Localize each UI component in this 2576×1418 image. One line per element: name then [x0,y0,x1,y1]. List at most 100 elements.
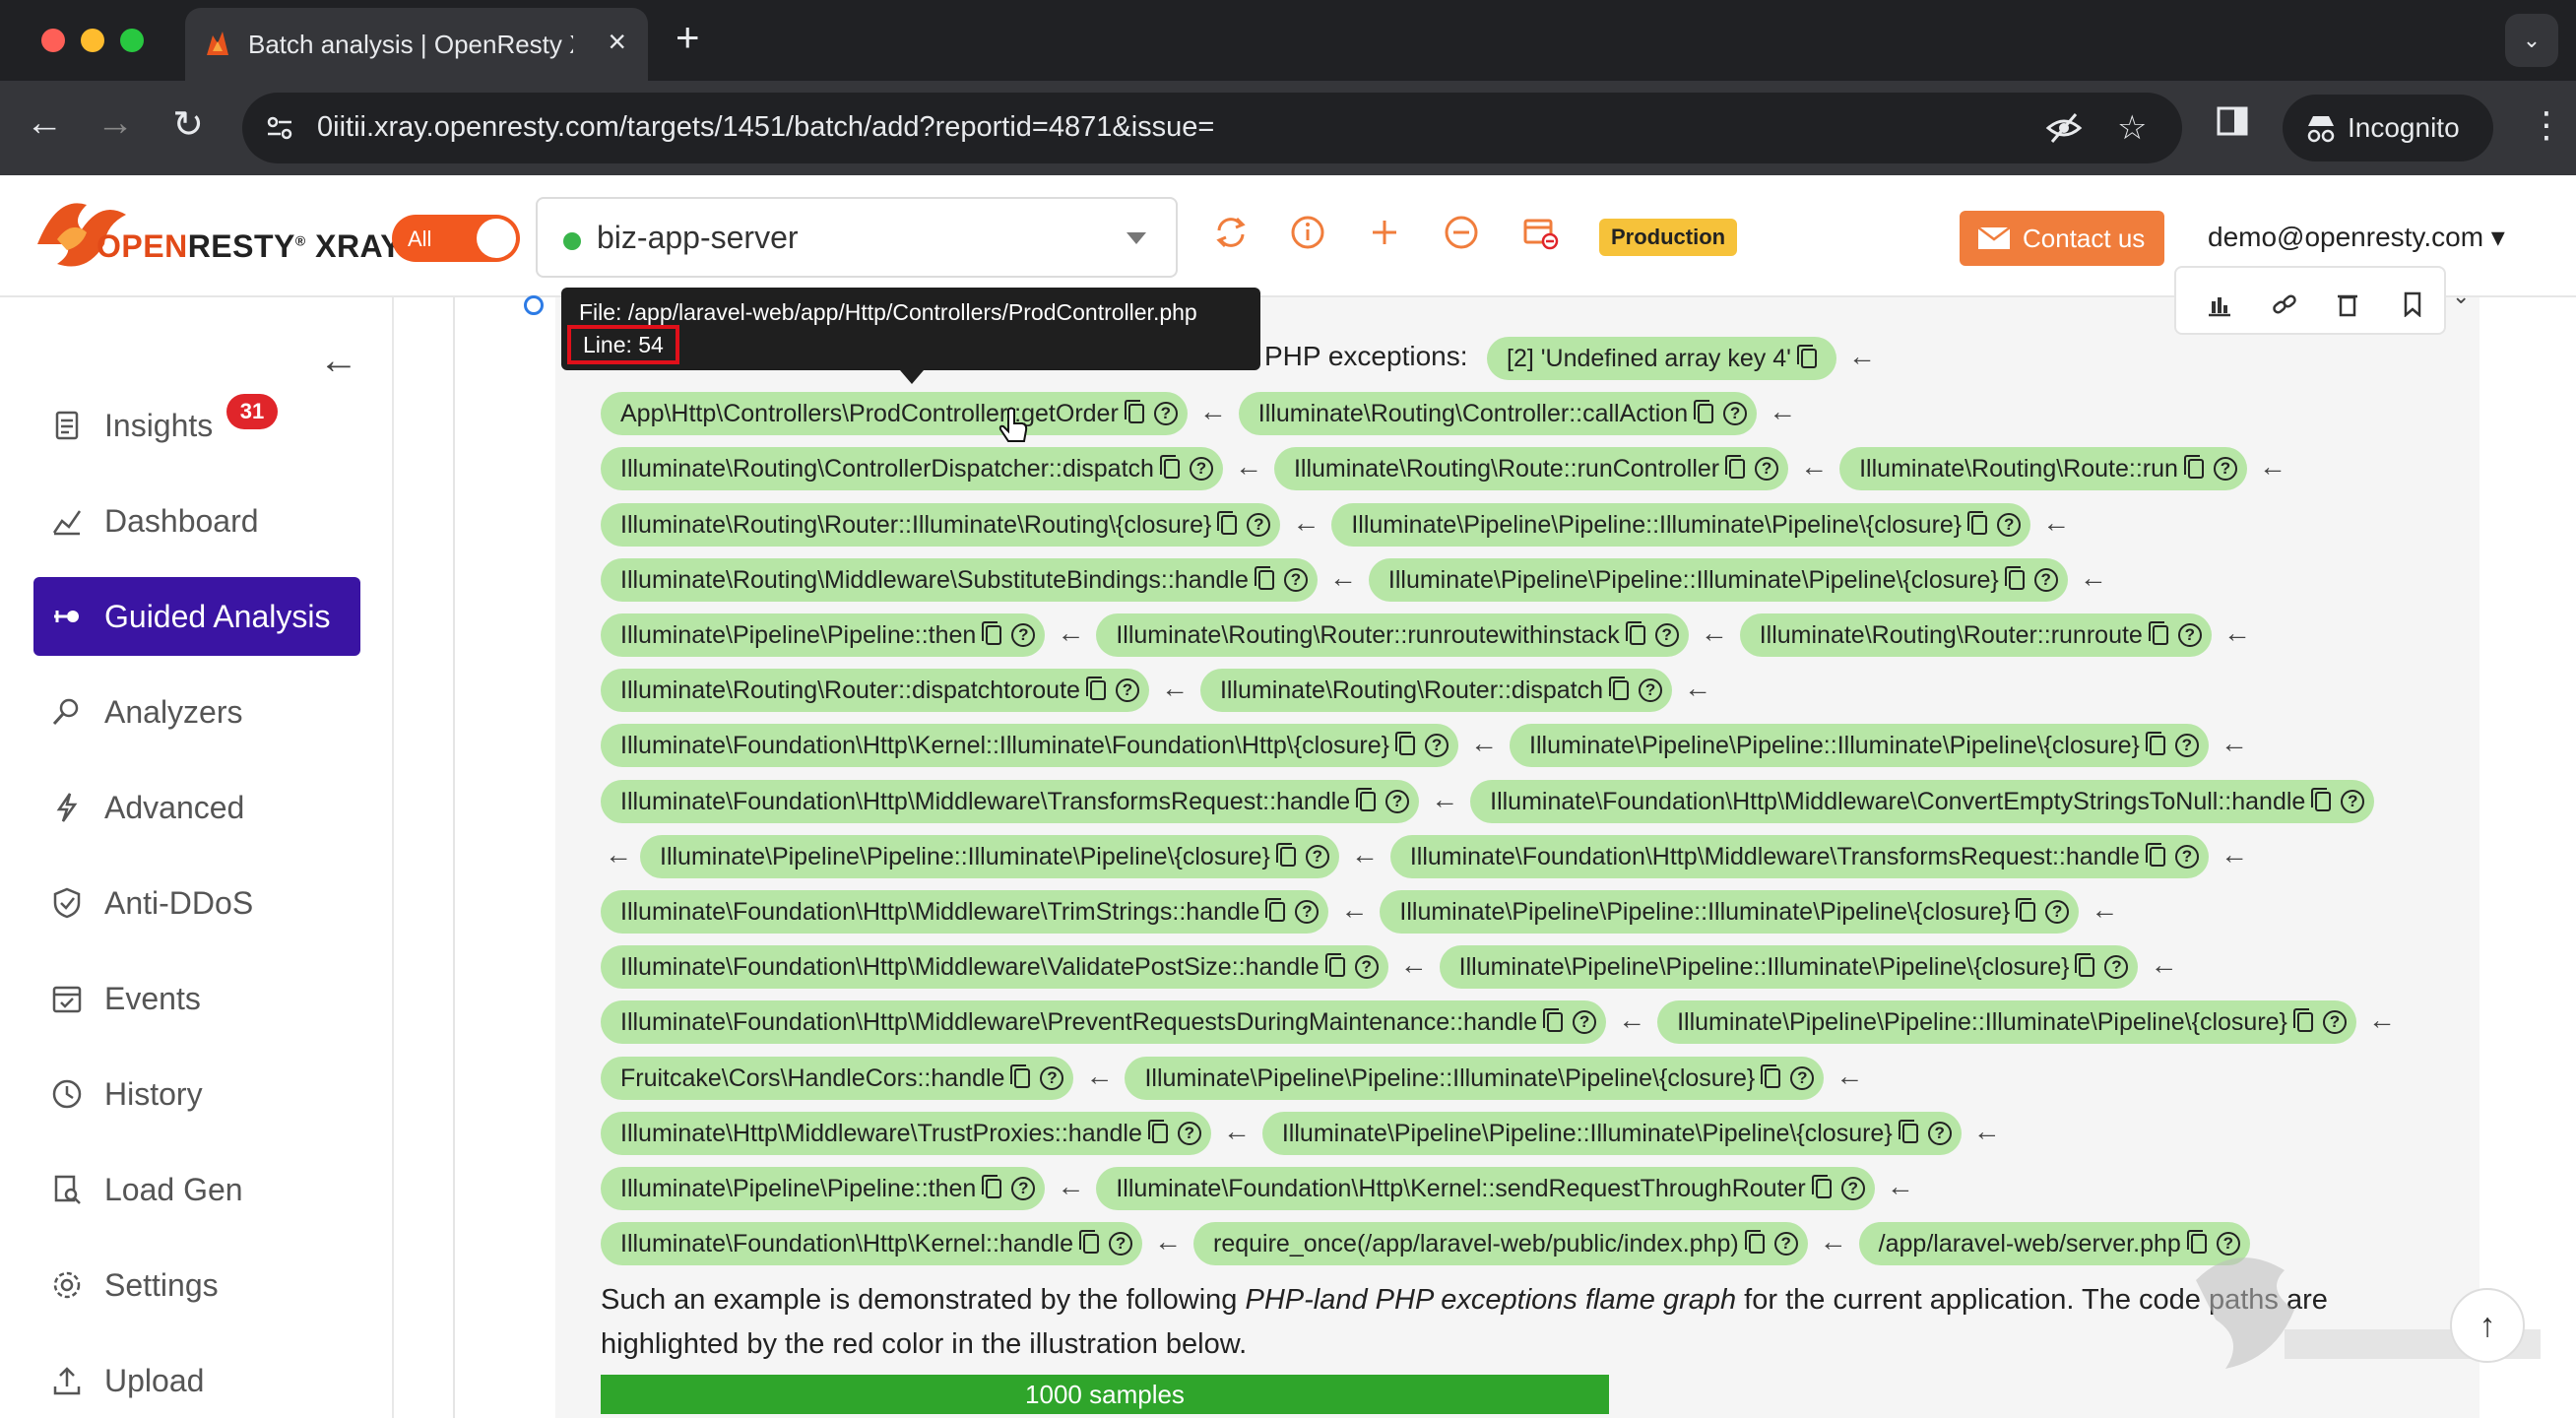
stack-frame-chip[interactable]: Illuminate\Routing\Router::dispatch? [1199,669,1673,712]
help-icon[interactable]: ? [1295,900,1320,924]
copy-icon[interactable] [1761,1064,1781,1088]
help-icon[interactable]: ? [1040,1066,1064,1090]
copy-icon[interactable] [2145,843,2165,867]
stack-frame-chip[interactable]: Illuminate\Routing\Route::runController? [1273,447,1789,490]
chart-icon[interactable] [2206,291,2233,317]
copy-icon[interactable] [1324,953,1345,977]
stack-frame-chip[interactable]: Illuminate\Routing\Router::runroutewithi… [1096,613,1689,657]
stack-frame-chip[interactable]: Fruitcake\Cors\HandleCors::handle? [601,1057,1074,1100]
stack-frame-chip[interactable]: Illuminate\Foundation\Http\Middleware\Pr… [601,1000,1607,1044]
step-radio[interactable] [524,295,544,315]
collapse-sidebar-arrow-icon[interactable]: ← [319,339,358,383]
help-icon[interactable]: ? [2341,790,2365,813]
copy-icon[interactable] [1085,677,1106,700]
copy-icon[interactable] [2148,621,2168,645]
stack-frame-chip[interactable]: Illuminate\Pipeline\Pipeline::Illuminate… [1510,724,2209,767]
copy-icon[interactable] [1254,566,1274,590]
help-icon[interactable]: ? [2213,457,2237,481]
copy-icon[interactable] [1275,843,1296,867]
delete-icon[interactable] [2334,291,2361,317]
copy-icon[interactable] [1010,1064,1031,1088]
help-icon[interactable]: ? [1153,402,1178,425]
stack-frame-chip[interactable]: Illuminate\Foundation\Http\Kernel::Illum… [601,724,1459,767]
help-icon[interactable]: ? [1354,955,1379,979]
copy-icon[interactable] [982,621,1002,645]
copy-icon[interactable] [1147,1120,1168,1143]
stack-frame-chip[interactable]: Illuminate\Http\Middleware\TrustProxies:… [601,1112,1211,1155]
exception-chip[interactable]: [2] 'Undefined array key 4' [1487,337,1836,380]
help-icon[interactable]: ? [2104,955,2129,979]
sidebar-item-anti-ddos[interactable]: Anti-DDoS [33,864,360,942]
copy-icon[interactable] [1217,511,1238,535]
stack-frame-chip[interactable]: Illuminate\Pipeline\Pipeline::then? [601,1167,1046,1210]
help-icon[interactable]: ? [1385,790,1410,813]
help-icon[interactable]: ? [2322,1010,2347,1034]
help-icon[interactable]: ? [1654,623,1679,647]
copy-icon[interactable] [1124,400,1144,423]
stack-frame-chip[interactable]: Illuminate\Pipeline\Pipeline::Illuminate… [1368,558,2068,602]
stack-frame-chip[interactable]: Illuminate\Pipeline\Pipeline::Illuminate… [1380,890,2080,934]
browser-menu-icon[interactable]: ⋮ [2529,104,2564,146]
stack-frame-chip[interactable]: Illuminate\Foundation\Http\Middleware\Co… [1470,780,2375,823]
help-icon[interactable]: ? [1639,678,1663,702]
sidebar-item-settings[interactable]: Settings [33,1246,360,1324]
help-icon[interactable]: ? [1305,845,1329,869]
copy-icon[interactable] [2311,788,2332,811]
copy-icon[interactable] [1265,898,1286,922]
stack-frame-chip[interactable]: Illuminate\Foundation\Http\Middleware\Va… [601,945,1388,989]
help-icon[interactable]: ? [2045,900,2070,924]
stack-frame-chip[interactable]: require_once(/app/laravel-web/public/ind… [1193,1222,1808,1265]
help-icon[interactable]: ? [1755,457,1779,481]
help-icon[interactable]: ? [1115,678,1139,702]
bookmark-icon[interactable] [2399,291,2426,317]
stack-frame-chip[interactable]: Illuminate\Pipeline\Pipeline::then? [601,613,1046,657]
help-icon[interactable]: ? [1189,457,1213,481]
help-icon[interactable]: ? [1011,1177,1036,1200]
stack-frame-chip[interactable]: Illuminate\Pipeline\Pipeline::Illuminate… [1261,1112,1962,1155]
incognito-indicator[interactable]: Incognito [2283,95,2493,161]
address-bar[interactable]: 0iitii.xray.openresty.com/targets/1451/b… [242,93,2182,163]
contact-us-button[interactable]: Contact us [1960,211,2164,266]
bookmark-star-icon[interactable]: ☆ [2117,108,2147,148]
help-icon[interactable]: ? [1573,1010,1597,1034]
minus-circle-icon[interactable] [1442,213,1481,252]
browser-tab-active[interactable]: Batch analysis | OpenResty XRay × [185,8,648,81]
copy-icon[interactable] [1811,1175,1832,1198]
stack-frame-chip[interactable]: Illuminate\Foundation\Http\Kernel::sendR… [1096,1167,1875,1210]
stack-frame-chip[interactable]: Illuminate\Pipeline\Pipeline::Illuminate… [1657,1000,2356,1044]
stack-frame-chip[interactable]: Illuminate\Pipeline\Pipeline::Illuminate… [640,835,1339,878]
sidebar-item-dashboard[interactable]: Dashboard [33,482,360,560]
openresty-xray-logo[interactable]: OPENRESTY® XRAY [28,185,402,284]
back-arrow-icon[interactable]: ← [20,102,69,145]
stack-frame-chip[interactable]: Illuminate\Pipeline\Pipeline::Illuminate… [1331,503,2031,547]
stack-frame-chip[interactable]: Illuminate\Foundation\Http\Middleware\Tr… [601,780,1420,823]
copy-icon[interactable] [1967,511,1988,535]
info-icon[interactable] [1288,213,1327,252]
help-icon[interactable]: ? [2174,845,2199,869]
copy-icon[interactable] [1725,455,1746,479]
eye-off-icon[interactable] [2044,108,2084,148]
expand-chevron-icon[interactable]: ⌄ [2452,284,2470,309]
copy-icon[interactable] [1625,621,1645,645]
help-icon[interactable]: ? [1283,568,1308,592]
stack-frame-chip[interactable]: Illuminate\Routing\Router::Illuminate\Ro… [601,503,1281,547]
help-icon[interactable]: ? [2174,734,2199,757]
sidebar-item-advanced[interactable]: Advanced [33,768,360,847]
help-icon[interactable]: ? [1840,1177,1865,1200]
close-window-button[interactable] [41,29,65,52]
sidebar-item-events[interactable]: Events [33,959,360,1038]
stack-frame-chip[interactable]: Illuminate\Routing\Controller::callActio… [1238,392,1758,435]
stack-frame-chip[interactable]: Illuminate\Foundation\Http\Kernel::handl… [601,1222,1143,1265]
reload-icon[interactable]: ↻ [163,102,213,147]
help-icon[interactable]: ? [1109,1232,1133,1256]
sidebar-item-load-gen[interactable]: Load Gen [33,1150,360,1229]
copy-icon[interactable] [2004,566,2025,590]
copy-icon[interactable] [1543,1008,1564,1032]
tab-close-icon[interactable]: × [608,24,626,60]
copy-icon[interactable] [2016,898,2036,922]
tab-search-chevron-icon[interactable]: ⌄ [2505,14,2558,67]
server-select[interactable]: biz-app-server [536,197,1178,278]
refresh-icon[interactable] [1211,213,1251,252]
help-icon[interactable]: ? [1011,623,1036,647]
sidebar-item-history[interactable]: History [33,1055,360,1133]
